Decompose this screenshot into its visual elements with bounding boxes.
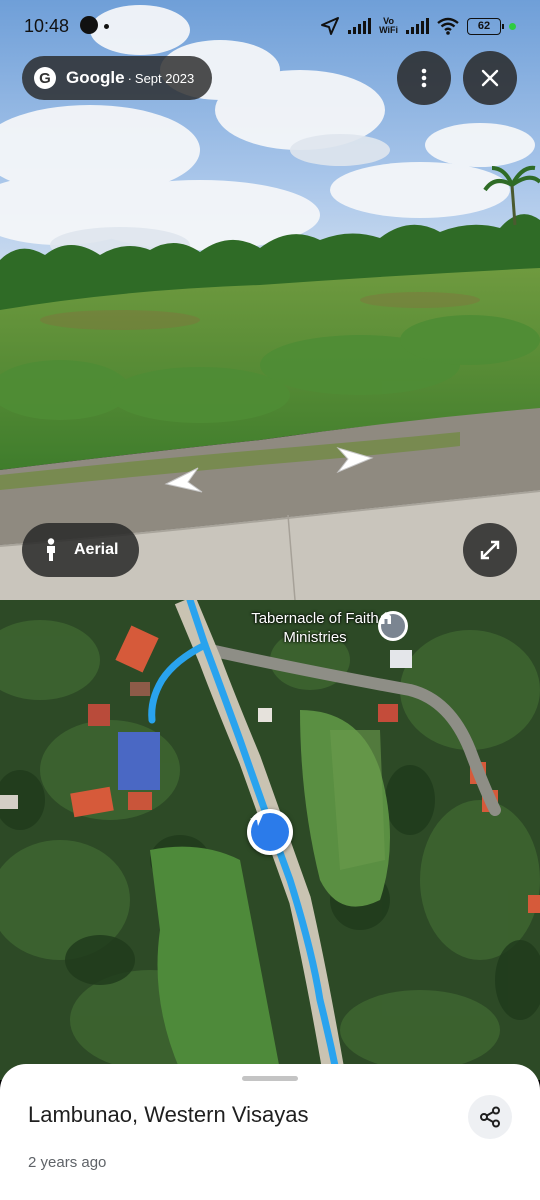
expand-button[interactable] [463, 523, 517, 577]
satellite-map[interactable]: Tabernacle of Faith Ministries [0, 600, 540, 1080]
person-icon [47, 538, 55, 561]
chip-brand: Google [66, 68, 125, 87]
close-icon [481, 69, 499, 87]
wifi-icon [437, 17, 459, 35]
aerial-button[interactable]: Aerial [22, 523, 139, 577]
messenger-icon [80, 16, 98, 34]
current-view-marker[interactable] [247, 809, 293, 855]
navigation-arrow-icon [250, 812, 264, 826]
location-arrow-icon [321, 17, 340, 35]
share-icon [480, 1106, 500, 1128]
notification-dot-icon [104, 24, 109, 29]
status-time: 10:48 [24, 16, 70, 36]
cellular-signal-2-icon [406, 18, 429, 34]
place-bottom-sheet[interactable]: Lambunao, Western Visayas 2 years ago [0, 1064, 540, 1200]
place-name: Lambunao, Western Visayas [28, 1102, 309, 1127]
cellular-signal-icon [348, 18, 372, 34]
status-icons: Vo WiFi 62 [320, 14, 516, 38]
chip-separator: · [127, 70, 132, 86]
more-options-button[interactable] [397, 51, 451, 105]
status-bar: 10:48 Vo WiFi 62 [0, 0, 540, 52]
church-icon [381, 612, 391, 624]
battery-indicator: 62 [467, 17, 504, 35]
aerial-button-label: Aerial [74, 541, 119, 558]
sheet-drag-handle[interactable] [242, 1076, 298, 1081]
charging-dot-icon [509, 22, 516, 30]
poi-label[interactable]: Tabernacle of Faith Ministries [250, 609, 380, 647]
vowifi-line-2: WiFi [379, 25, 398, 35]
close-button[interactable] [463, 51, 517, 105]
share-button[interactable] [468, 1095, 512, 1139]
poi-church-pin[interactable] [378, 611, 408, 641]
nav-left-arrow-icon[interactable] [164, 466, 204, 494]
imagery-age: 2 years ago [28, 1154, 107, 1171]
imagery-date-chip[interactable]: G Google · Sept 2023 [22, 56, 212, 100]
street-view-panorama[interactable]: 10:48 Vo WiFi 62 G Google · Sept 2023 Ae… [0, 0, 540, 600]
vowifi-icon: Vo WiFi [379, 17, 398, 35]
nav-right-arrow-icon[interactable] [334, 446, 374, 474]
expand-icon [480, 540, 500, 560]
more-vertical-icon [421, 68, 427, 88]
google-logo-icon: G [34, 67, 56, 89]
chip-capture-date: Sept 2023 [134, 70, 195, 86]
